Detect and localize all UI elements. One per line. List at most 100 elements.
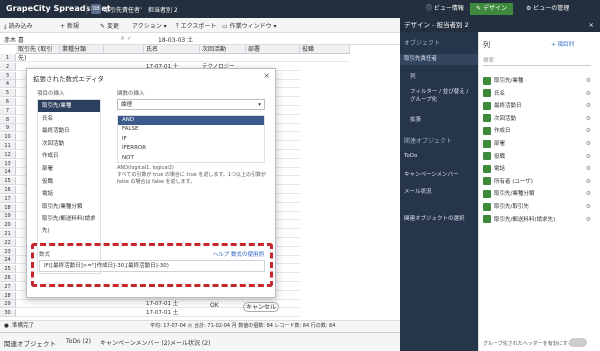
field-list-item[interactable]: 最終活動日 bbox=[38, 125, 100, 137]
row-header[interactable]: 17 bbox=[0, 194, 16, 203]
column-item[interactable]: 役職 ⚙ bbox=[483, 152, 591, 162]
gear-icon[interactable]: ⚙ bbox=[586, 189, 591, 199]
column-item[interactable]: 作成日 ⚙ bbox=[483, 126, 591, 136]
checkbox[interactable] bbox=[483, 215, 491, 224]
view-info-button[interactable]: ⓘ ビュー情報 bbox=[420, 3, 470, 15]
row-header[interactable]: 28 bbox=[0, 291, 16, 300]
object-current[interactable]: 取引先責任者 bbox=[400, 54, 478, 65]
checkbox[interactable] bbox=[483, 189, 491, 198]
row-header[interactable]: 9 bbox=[0, 124, 16, 133]
grid-cell[interactable] bbox=[60, 309, 104, 318]
row-header[interactable]: 8 bbox=[0, 115, 16, 124]
grid-cell[interactable] bbox=[60, 300, 104, 309]
grid-cell[interactable]: 17-07-01 土 bbox=[144, 300, 200, 309]
checkbox[interactable] bbox=[483, 177, 491, 186]
grid-cell[interactable] bbox=[144, 54, 200, 62]
name-box[interactable]: 赤木 喜 bbox=[4, 35, 24, 44]
field-list-item[interactable]: 電話 bbox=[38, 188, 100, 200]
tab-object[interactable]: 取引先責任者 bbox=[104, 5, 140, 14]
row-header[interactable]: 26 bbox=[0, 274, 16, 282]
grid-cell[interactable] bbox=[60, 54, 104, 62]
grid-cell[interactable]: 17-07-01 土 bbox=[144, 309, 200, 318]
row-header[interactable]: 12 bbox=[0, 150, 16, 159]
side-item-filter[interactable]: フィルター / 並び替え / グループ化 bbox=[410, 87, 472, 103]
add-column-button[interactable]: + 項目列 bbox=[551, 40, 574, 48]
related-tab-todo[interactable]: ToDo (2) bbox=[66, 338, 91, 345]
formula-input[interactable]: IF([最終活動日]>="[作成日]-30,[最終活動日]-30) bbox=[39, 260, 265, 272]
row-header[interactable]: 7 bbox=[0, 106, 16, 115]
checkbox[interactable] bbox=[483, 89, 491, 98]
side-related-todo[interactable]: ToDo bbox=[404, 153, 417, 159]
column-header[interactable]: 氏名 bbox=[144, 45, 200, 54]
row-header[interactable]: 21 bbox=[0, 230, 16, 238]
column-search-input[interactable]: 検索 bbox=[483, 56, 591, 66]
side-item-columns[interactable]: 列 bbox=[410, 72, 416, 80]
row-header[interactable]: 10 bbox=[0, 133, 16, 142]
field-list-item[interactable]: 次回活動 bbox=[38, 138, 100, 150]
column-header[interactable]: 役職 bbox=[300, 45, 350, 54]
row-header[interactable]: 27 bbox=[0, 282, 16, 291]
grid-cell[interactable] bbox=[16, 309, 60, 318]
gear-icon[interactable]: ⚙ bbox=[586, 114, 591, 124]
related-tab-campaign[interactable]: キャンペーンメンバー (2) bbox=[100, 338, 170, 347]
row-header[interactable]: 16 bbox=[0, 186, 16, 194]
action-button[interactable]: アクション ▾ bbox=[132, 21, 167, 30]
gear-icon[interactable]: ⚙ bbox=[586, 164, 591, 174]
close-icon[interactable]: × bbox=[589, 18, 594, 32]
gear-icon[interactable]: ⚙ bbox=[586, 152, 591, 162]
grid-cell[interactable] bbox=[200, 54, 246, 62]
checkbox[interactable] bbox=[483, 152, 491, 161]
cell-value-input[interactable]: 18-03-03 土 bbox=[158, 35, 193, 44]
field-list-item[interactable]: 取引先/郵送料料(請求先) bbox=[38, 213, 100, 234]
column-item[interactable]: 電話 ⚙ bbox=[483, 164, 591, 174]
row-header[interactable]: 19 bbox=[0, 212, 16, 221]
column-header[interactable]: 部署 bbox=[246, 45, 300, 54]
field-list-item[interactable]: 取引先/業種分類 bbox=[38, 201, 100, 213]
column-header[interactable] bbox=[104, 45, 144, 54]
row-header[interactable]: 6 bbox=[0, 98, 16, 106]
column-item[interactable]: 取引先/郵送料料(請求先) ⚙ bbox=[483, 215, 591, 225]
export-button[interactable]: ⤒ エクスポート bbox=[176, 21, 216, 31]
function-list-item[interactable]: NOT bbox=[118, 154, 264, 163]
row-header[interactable]: 15 bbox=[0, 177, 16, 186]
checkbox[interactable] bbox=[483, 126, 491, 135]
row-header[interactable]: 11 bbox=[0, 142, 16, 150]
row-header[interactable]: 4 bbox=[0, 80, 16, 89]
gear-icon[interactable]: ⚙ bbox=[586, 215, 591, 225]
field-list-item[interactable]: 作成日 bbox=[38, 150, 100, 162]
grid-cell[interactable] bbox=[200, 300, 246, 309]
gear-icon[interactable]: ⚙ bbox=[586, 89, 591, 99]
view-manage-button[interactable]: ⚙ ビューの管理 bbox=[520, 3, 575, 15]
checkbox[interactable] bbox=[483, 76, 491, 85]
checkbox[interactable] bbox=[483, 101, 491, 110]
side-related-mail[interactable]: メール状況 bbox=[404, 187, 432, 195]
row-header[interactable]: 1 bbox=[0, 54, 16, 62]
row-header[interactable]: 5 bbox=[0, 89, 16, 98]
grid-cell[interactable] bbox=[104, 309, 144, 318]
checkbox[interactable] bbox=[483, 114, 491, 123]
new-button[interactable]: + 新規 bbox=[60, 21, 79, 30]
function-list-item[interactable]: AND bbox=[118, 116, 264, 125]
row-header[interactable]: 24 bbox=[0, 256, 16, 265]
column-item[interactable]: 氏名 ⚙ bbox=[483, 89, 591, 99]
gear-icon[interactable]: ⚙ bbox=[586, 139, 591, 149]
checkbox[interactable] bbox=[483, 202, 491, 211]
gear-icon[interactable]: ⚙ bbox=[586, 177, 591, 187]
row-header[interactable]: 13 bbox=[0, 159, 16, 168]
grid-cell[interactable] bbox=[16, 54, 60, 62]
row-header[interactable]: 20 bbox=[0, 221, 16, 230]
gear-icon[interactable]: ⚙ bbox=[586, 76, 591, 86]
grid-cell[interactable] bbox=[16, 300, 60, 309]
close-icon[interactable]: × bbox=[263, 71, 270, 80]
grid-cell[interactable] bbox=[300, 54, 350, 62]
column-header[interactable]: 業種分類 bbox=[60, 45, 104, 54]
row-header[interactable]: 23 bbox=[0, 247, 16, 256]
row-header[interactable]: 22 bbox=[0, 238, 16, 247]
row-header[interactable]: 2 bbox=[0, 62, 16, 71]
column-item[interactable]: 取引先/業種 ⚙ bbox=[483, 76, 591, 86]
design-button[interactable]: ✎ デザイン bbox=[470, 3, 513, 15]
row-header[interactable]: 14 bbox=[0, 168, 16, 177]
checkbox[interactable] bbox=[483, 139, 491, 148]
function-category-select[interactable]: 論理 ▾ bbox=[117, 99, 265, 110]
function-list-item[interactable]: IFERROR bbox=[118, 144, 264, 153]
